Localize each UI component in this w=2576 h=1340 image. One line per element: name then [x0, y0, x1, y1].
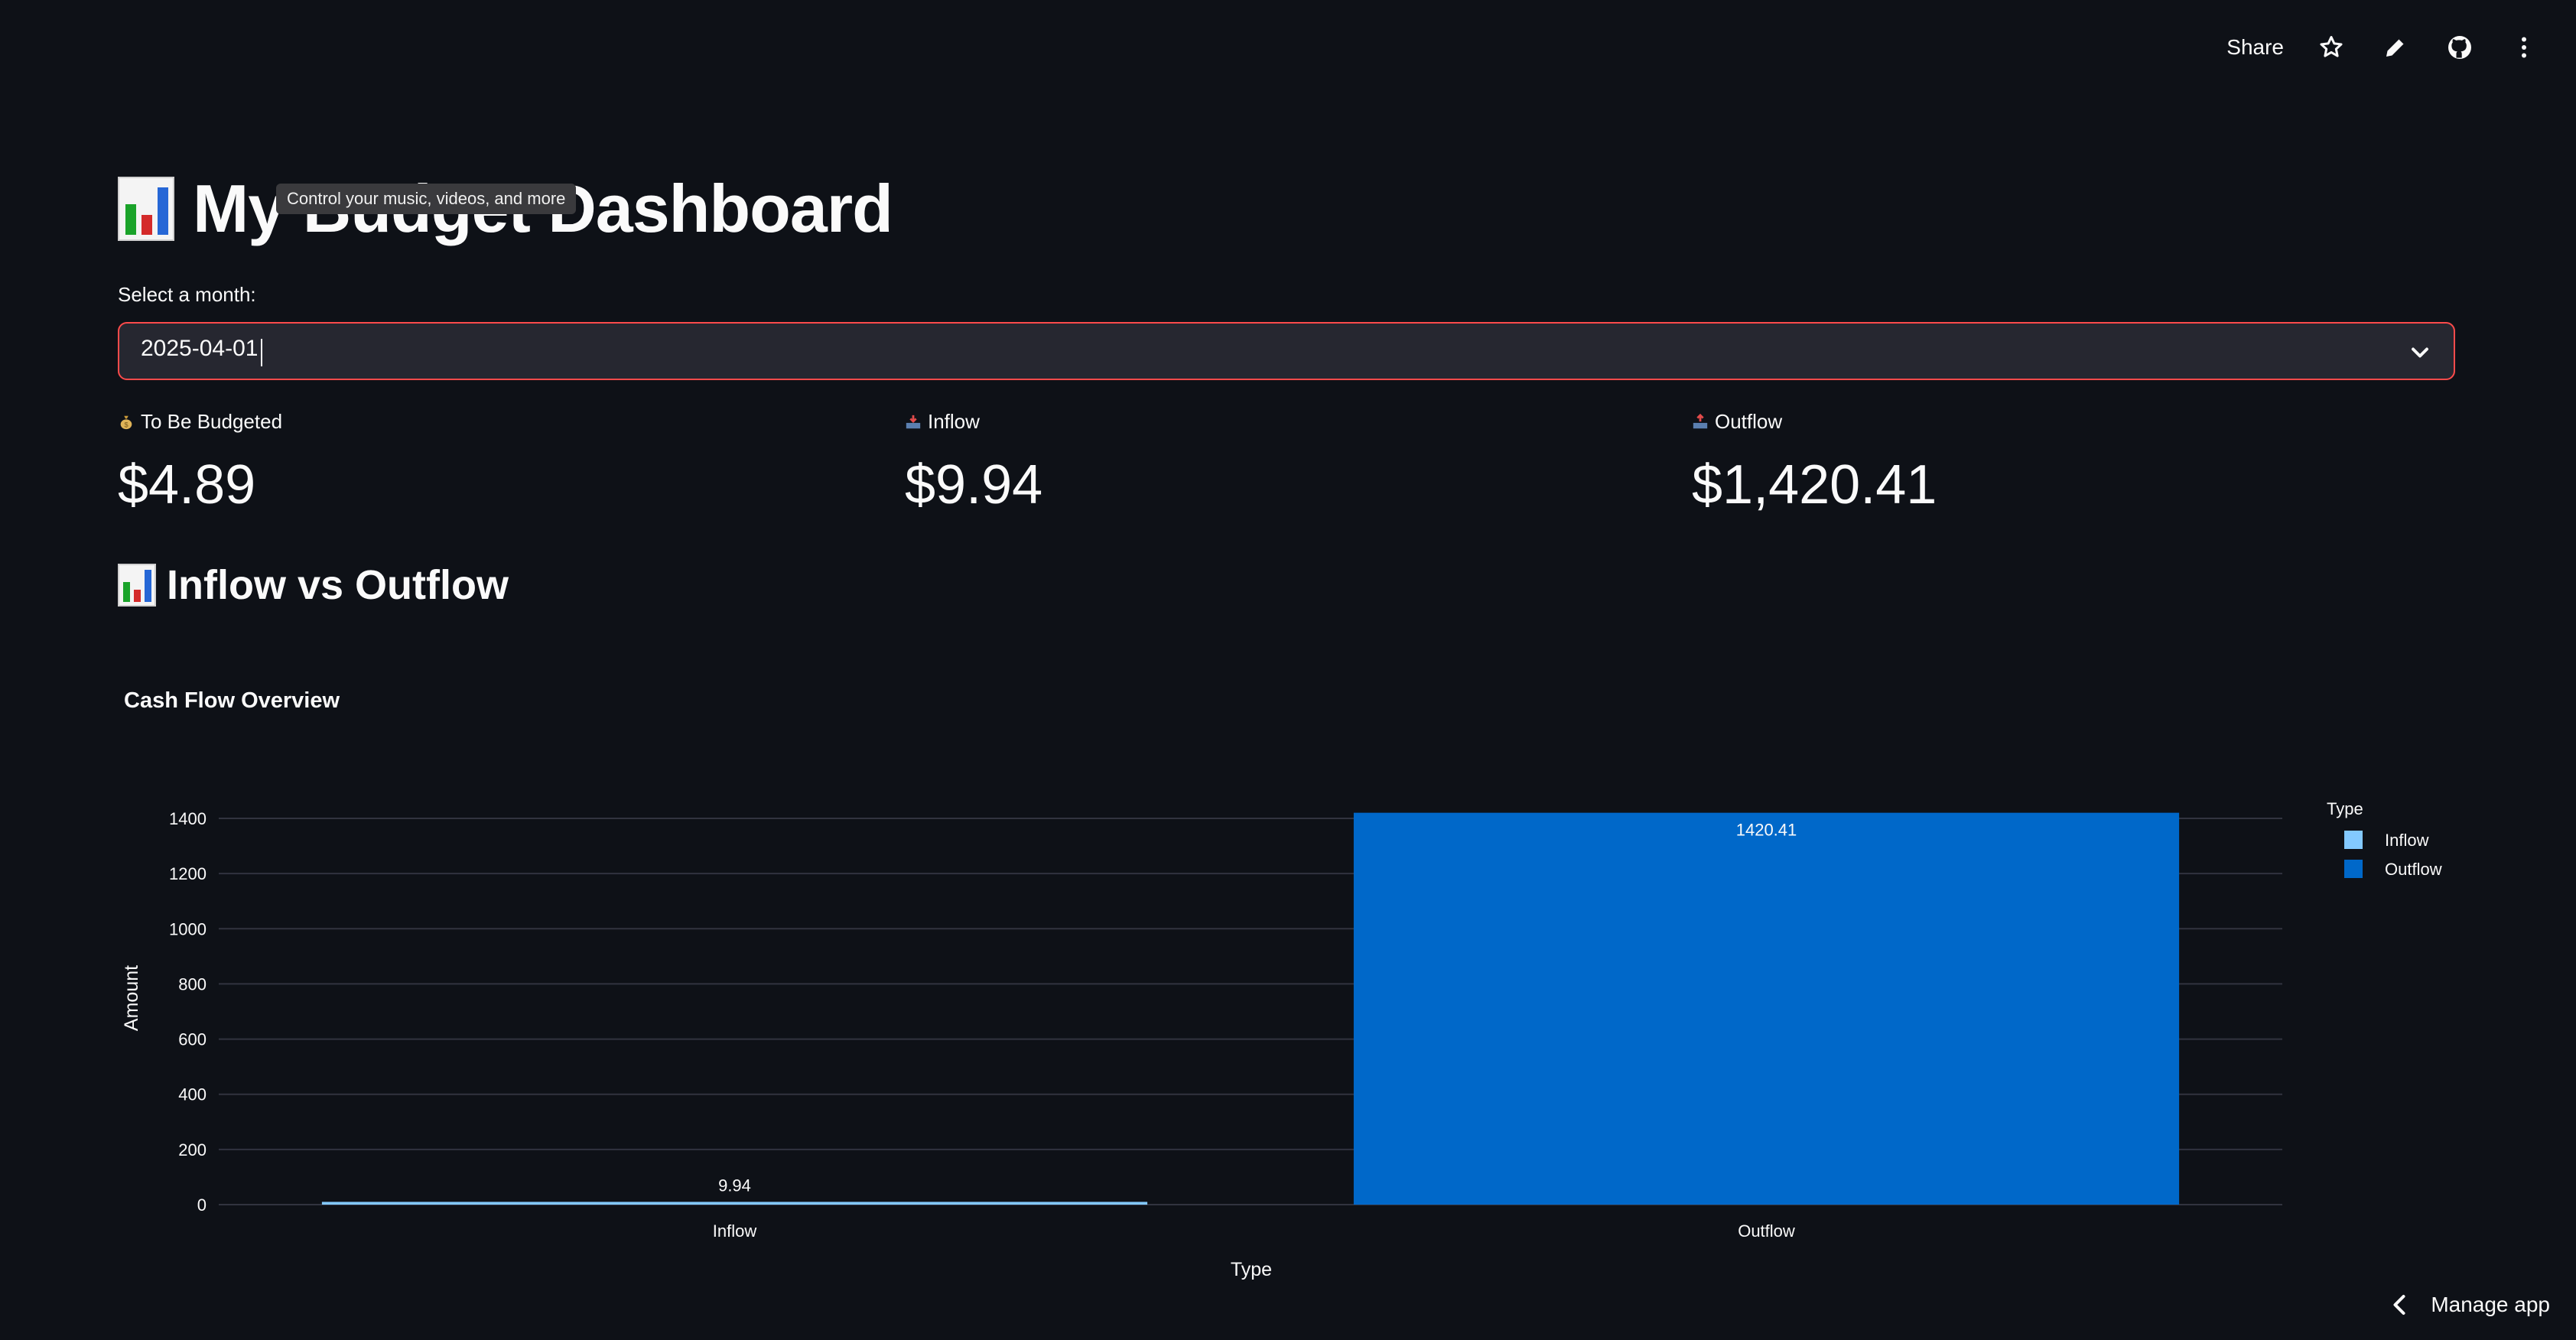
bar-chart-emoji-icon: [118, 177, 174, 241]
y-axis-ticks: 0 200 400 600 800 1000 1200 1400: [169, 809, 207, 1215]
month-select-value: 2025-04-01: [141, 336, 263, 366]
legend-title: Type: [2327, 799, 2363, 818]
y-tick-label: 1200: [169, 864, 207, 883]
inbox-tray-icon: [906, 415, 921, 428]
month-select-label: Select a month:: [118, 283, 256, 306]
x-axis-label: Type: [1231, 1259, 1272, 1280]
y-tick-label: 800: [178, 974, 207, 994]
y-tick-label: 600: [178, 1030, 207, 1049]
metric-value: $9.94: [905, 454, 1043, 516]
metric-label: Inflow: [928, 410, 980, 433]
metric-value: $4.89: [118, 454, 256, 516]
cash-flow-chart: Cash Flow Overview 0 200 400 600 800 1000 1200…: [121, 688, 2442, 1280]
legend-label: Inflow: [2385, 831, 2429, 850]
outbox-tray-icon: [1693, 413, 1708, 428]
money-bag-icon: $: [120, 415, 132, 429]
legend-swatch-outflow: [2344, 860, 2363, 878]
svg-text:$: $: [124, 421, 128, 428]
section-header: Inflow vs Outflow: [118, 561, 509, 609]
x-tick-label: Outflow: [1738, 1221, 1795, 1241]
x-tick-label: Inflow: [713, 1221, 757, 1241]
legend-label: Outflow: [2385, 860, 2442, 879]
section-title: Inflow vs Outflow: [167, 562, 509, 608]
github-icon[interactable]: [2443, 31, 2477, 64]
y-tick-label: 1000: [169, 919, 207, 938]
y-tick-label: 1400: [169, 809, 207, 828]
media-tooltip: Control your music, videos, and more: [276, 184, 577, 214]
metric-label: Outflow: [1715, 410, 1783, 433]
pencil-icon[interactable]: [2379, 31, 2412, 64]
manage-app-button[interactable]: Manage app: [2391, 1293, 2550, 1317]
chevron-down-icon: [2412, 347, 2428, 358]
text-caret: [261, 338, 263, 366]
chart-title: Cash Flow Overview: [124, 688, 340, 713]
month-select[interactable]: 2025-04-01: [118, 322, 2455, 380]
chevron-left-icon: [2393, 1294, 2405, 1316]
data-label: 9.94: [718, 1176, 751, 1195]
share-button[interactable]: Share: [2226, 35, 2284, 60]
y-tick-label: 0: [197, 1195, 207, 1215]
chart-bars: 9.94 1420.41: [321, 812, 2180, 1205]
header-toolbar: Share: [2226, 31, 2541, 64]
legend-swatch-inflow: [2344, 831, 2363, 849]
metric-to-be-budgeted: $ To Be Budgeted $4.89: [118, 410, 282, 516]
metric-value: $1,420.41: [1692, 454, 1937, 516]
bar-chart-emoji-icon: [118, 564, 156, 607]
chart-legend: Type Inflow Outflow: [2327, 799, 2442, 879]
metric-outflow: Outflow $1,420.41: [1692, 410, 1937, 516]
more-vertical-icon[interactable]: [2507, 31, 2541, 64]
y-axis-label: Amount: [121, 965, 142, 1031]
star-icon[interactable]: [2314, 31, 2348, 64]
metric-label: To Be Budgeted: [141, 410, 283, 433]
y-tick-label: 400: [178, 1085, 207, 1104]
manage-app-label: Manage app: [2431, 1293, 2550, 1316]
metric-inflow: Inflow $9.94: [905, 410, 1042, 516]
bar-outflow: [1353, 812, 2180, 1205]
data-label: 1420.41: [1736, 821, 1797, 840]
bar-inflow: [321, 1202, 1148, 1205]
x-axis-ticks: Inflow Outflow: [713, 1221, 1795, 1241]
y-tick-label: 200: [178, 1140, 207, 1159]
